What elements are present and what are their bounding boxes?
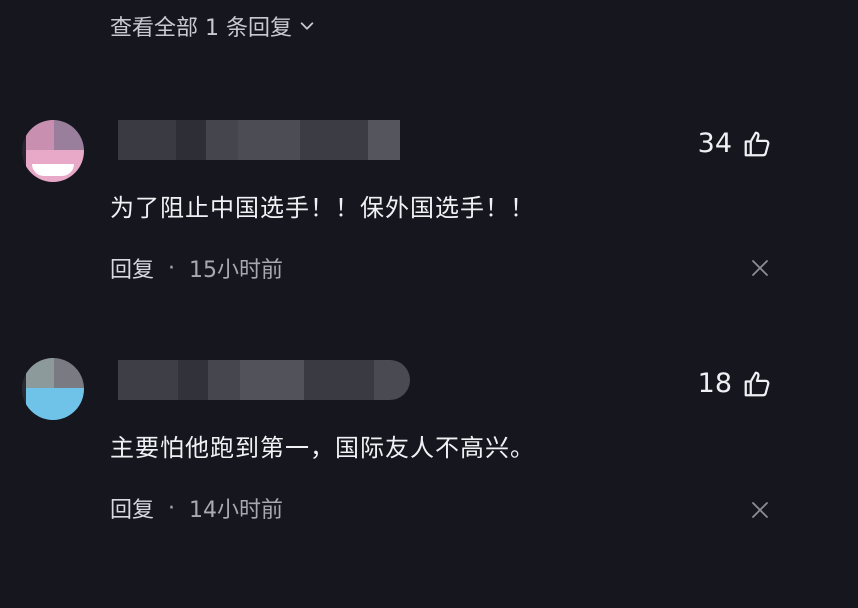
comment-item: 34 为了阻止中国选手！！保外国选手！！ 回复 · 15小时前 xyxy=(0,118,858,338)
meta-separator: · xyxy=(168,255,176,281)
comment-time: 15小时前 xyxy=(189,258,284,283)
close-icon[interactable] xyxy=(750,258,770,278)
comment-time: 14小时前 xyxy=(189,498,284,523)
view-all-replies-label: 查看全部 1 条回复 xyxy=(110,16,292,41)
username-redacted xyxy=(118,120,400,160)
like-count: 34 xyxy=(697,128,732,159)
like-button[interactable]: 18 xyxy=(698,368,772,399)
username-redacted xyxy=(118,360,410,400)
view-all-replies-button[interactable]: 查看全部 1 条回复 xyxy=(110,10,316,42)
comment-item: 18 主要怕他跑到第一，国际友人不高兴。 回复 · 14小时前 xyxy=(0,356,858,576)
close-icon[interactable] xyxy=(750,500,770,520)
comment-meta: 回复 · 14小时前 xyxy=(110,492,283,524)
chevron-down-icon xyxy=(300,22,314,30)
like-count: 18 xyxy=(697,368,732,399)
comment-text: 主要怕他跑到第一，国际友人不高兴。 xyxy=(110,434,535,462)
thumbs-up-icon xyxy=(744,131,770,156)
like-button[interactable]: 34 xyxy=(698,128,772,159)
reply-button[interactable]: 回复 xyxy=(110,492,154,524)
avatar[interactable] xyxy=(22,120,84,182)
thumbs-up-icon xyxy=(744,371,770,396)
reply-button[interactable]: 回复 xyxy=(110,252,154,284)
avatar[interactable] xyxy=(22,358,84,420)
comment-thread: 查看全部 1 条回复 34 为了阻止中国选手！！保外国选手！！ 回复 · 15小… xyxy=(0,0,858,608)
comment-text: 为了阻止中国选手！！保外国选手！！ xyxy=(110,194,535,222)
comment-meta: 回复 · 15小时前 xyxy=(110,252,283,284)
meta-separator: · xyxy=(168,495,176,521)
